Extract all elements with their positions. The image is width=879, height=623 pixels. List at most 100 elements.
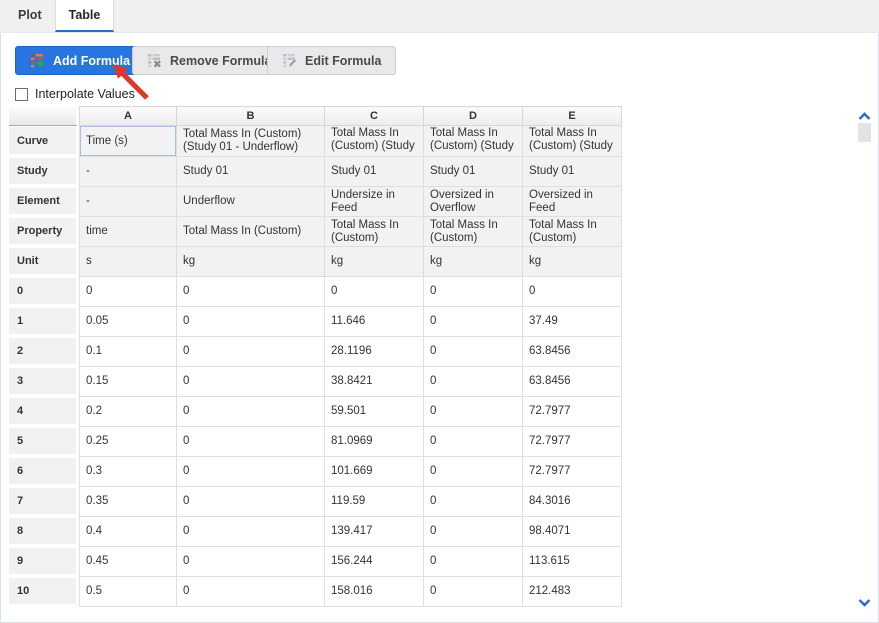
table-cell[interactable]: 0 xyxy=(79,277,177,307)
table-cell[interactable]: Undersize in Feed xyxy=(325,187,424,217)
row-header[interactable]: 4 xyxy=(9,397,79,427)
table-cell[interactable]: Oversized in Feed xyxy=(523,187,622,217)
table-cell[interactable]: 113.615 xyxy=(523,547,622,577)
table-cell[interactable]: Study 01 xyxy=(523,157,622,187)
table-cell[interactable]: 0 xyxy=(424,517,523,547)
table-cell[interactable]: 72.7977 xyxy=(523,397,622,427)
table-cell[interactable]: kg xyxy=(424,247,523,277)
row-header[interactable]: 1 xyxy=(9,307,79,337)
row-header[interactable]: 5 xyxy=(9,427,79,457)
table-cell[interactable]: - xyxy=(79,157,177,187)
table-cell[interactable]: 0.1 xyxy=(79,337,177,367)
row-header[interactable]: 9 xyxy=(9,547,79,577)
table-cell[interactable]: 158.016 xyxy=(325,577,424,607)
row-header[interactable]: Study xyxy=(9,157,79,187)
table-cell[interactable]: - xyxy=(79,187,177,217)
table-cell[interactable]: 0 xyxy=(177,337,325,367)
table-cell[interactable]: Total Mass In (Custom) (Study ... xyxy=(424,126,523,157)
table-cell[interactable]: Time (s) xyxy=(79,126,177,157)
row-header[interactable]: Property xyxy=(9,217,79,247)
row-header[interactable]: Curve xyxy=(9,126,79,157)
table-cell[interactable]: 212.483 xyxy=(523,577,622,607)
table-cell[interactable]: 0.15 xyxy=(79,367,177,397)
table-cell[interactable]: 101.669 xyxy=(325,457,424,487)
table-cell[interactable]: Total Mass In (Custom) xyxy=(424,217,523,247)
table-cell[interactable]: 0.3 xyxy=(79,457,177,487)
table-cell[interactable]: Study 01 xyxy=(177,157,325,187)
column-header-A[interactable]: A xyxy=(79,106,177,126)
row-header[interactable]: Element xyxy=(9,187,79,217)
table-cell[interactable]: 0 xyxy=(177,487,325,517)
table-cell[interactable]: 0 xyxy=(325,277,424,307)
table-cell[interactable]: 98.4071 xyxy=(523,517,622,547)
table-cell[interactable]: 59.501 xyxy=(325,397,424,427)
table-cell[interactable]: Study 01 xyxy=(424,157,523,187)
corner-header[interactable] xyxy=(9,106,79,126)
table-cell[interactable]: Total Mass In (Custom) (Study ... xyxy=(523,126,622,157)
table-cell[interactable]: 0 xyxy=(177,427,325,457)
table-cell[interactable]: 0 xyxy=(177,577,325,607)
table-cell[interactable]: 0 xyxy=(424,577,523,607)
table-cell[interactable]: s xyxy=(79,247,177,277)
table-cell[interactable]: Total Mass In (Custom) xyxy=(177,217,325,247)
table-cell[interactable]: 0 xyxy=(177,397,325,427)
table-cell[interactable]: 81.0969 xyxy=(325,427,424,457)
table-cell[interactable]: 0 xyxy=(424,397,523,427)
column-header-D[interactable]: D xyxy=(424,106,523,126)
column-header-C[interactable]: C xyxy=(325,106,424,126)
scroll-down-icon[interactable] xyxy=(858,594,871,612)
table-cell[interactable]: 28.1196 xyxy=(325,337,424,367)
row-header[interactable]: 3 xyxy=(9,367,79,397)
table-cell[interactable]: 0 xyxy=(424,427,523,457)
table-cell[interactable]: 0 xyxy=(177,307,325,337)
row-header[interactable]: 0 xyxy=(9,277,79,307)
table-cell[interactable]: 0.25 xyxy=(79,427,177,457)
table-cell[interactable]: Total Mass In (Custom) xyxy=(523,217,622,247)
table-cell[interactable]: Total Mass In (Custom) (Study ... xyxy=(325,126,424,157)
table-cell[interactable]: 0 xyxy=(177,517,325,547)
table-cell[interactable]: 0.4 xyxy=(79,517,177,547)
table-cell[interactable]: 139.417 xyxy=(325,517,424,547)
table-cell[interactable]: 0.05 xyxy=(79,307,177,337)
table-cell[interactable]: Total Mass In (Custom) xyxy=(325,217,424,247)
table-cell[interactable]: kg xyxy=(177,247,325,277)
table-cell[interactable]: 63.8456 xyxy=(523,337,622,367)
table-cell[interactable]: 0.35 xyxy=(79,487,177,517)
table-cell[interactable]: 38.8421 xyxy=(325,367,424,397)
row-header[interactable]: 8 xyxy=(9,517,79,547)
table-cell[interactable]: 72.7977 xyxy=(523,457,622,487)
table-cell[interactable]: 0.2 xyxy=(79,397,177,427)
table-cell[interactable]: 11.646 xyxy=(325,307,424,337)
table-cell[interactable]: 0 xyxy=(177,457,325,487)
table-cell[interactable]: 0.45 xyxy=(79,547,177,577)
table-cell[interactable]: 0 xyxy=(424,367,523,397)
table-cell[interactable]: 119.59 xyxy=(325,487,424,517)
table-cell[interactable]: 0 xyxy=(424,337,523,367)
table-cell[interactable]: 0 xyxy=(424,487,523,517)
row-header[interactable]: 6 xyxy=(9,457,79,487)
table-cell[interactable]: 0 xyxy=(424,457,523,487)
table-cell[interactable]: Study 01 xyxy=(325,157,424,187)
table-cell[interactable]: 0 xyxy=(523,277,622,307)
column-header-E[interactable]: E xyxy=(523,106,622,126)
table-cell[interactable]: 0 xyxy=(177,367,325,397)
row-header[interactable]: Unit xyxy=(9,247,79,277)
row-header[interactable]: 2 xyxy=(9,337,79,367)
table-cell[interactable]: 0 xyxy=(177,547,325,577)
table-cell[interactable]: 0 xyxy=(424,307,523,337)
table-cell[interactable]: 72.7977 xyxy=(523,427,622,457)
table-cell[interactable]: Underflow xyxy=(177,187,325,217)
table-cell[interactable]: 84.3016 xyxy=(523,487,622,517)
table-cell[interactable]: time xyxy=(79,217,177,247)
table-cell[interactable]: 63.8456 xyxy=(523,367,622,397)
table-cell[interactable]: 0 xyxy=(177,277,325,307)
tab-table[interactable]: Table xyxy=(55,0,115,32)
table-cell[interactable]: 37.49 xyxy=(523,307,622,337)
table-cell[interactable]: 0 xyxy=(424,547,523,577)
table-cell[interactable]: kg xyxy=(523,247,622,277)
row-header[interactable]: 7 xyxy=(9,487,79,517)
column-header-B[interactable]: B xyxy=(177,106,325,126)
table-cell[interactable]: Oversized in Overflow xyxy=(424,187,523,217)
scrollbar-thumb[interactable] xyxy=(858,123,871,142)
table-cell[interactable]: Total Mass In (Custom) (Study 01 - Under… xyxy=(177,126,325,157)
